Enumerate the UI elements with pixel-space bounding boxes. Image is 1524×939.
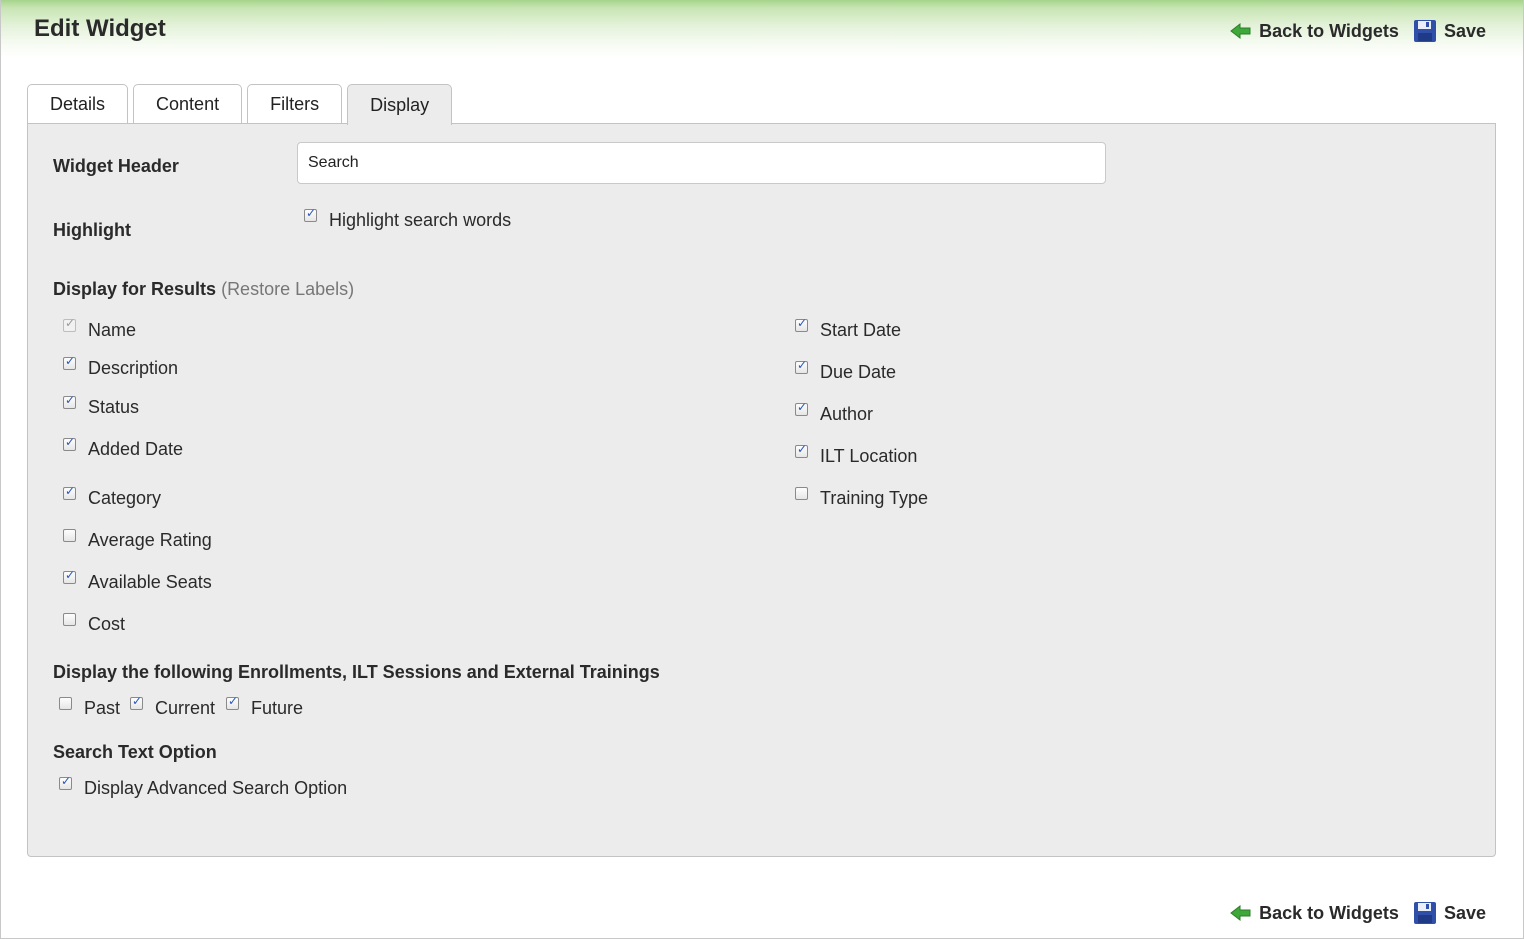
top-action-bar: Back to Widgets Save [1230,19,1486,43]
save-button[interactable]: Save [1413,19,1486,43]
ilt-location-checkbox[interactable] [795,442,808,458]
future-checkbox[interactable] [226,694,239,710]
result-option-category: Category [63,484,162,508]
back-arrow-icon [1230,904,1252,922]
available-seats-checkbox[interactable] [63,568,76,584]
status-checkbox[interactable] [63,393,76,409]
tab-details[interactable]: Details [27,84,129,124]
display-panel: Widget Header Highlight Highlight search… [27,123,1496,857]
advanced-search-checkbox[interactable] [59,774,72,790]
current-label: Current [155,698,216,718]
display-results-title: Display for Results [53,279,217,299]
search-text-heading: Search Text Option [53,742,217,762]
result-option-added-date: Added Date [63,435,184,459]
back-arrow-icon [1230,22,1252,40]
highlight-checkbox[interactable] [304,206,317,222]
past-label: Past [84,698,121,718]
back-to-widgets-button-bottom[interactable]: Back to Widgets [1230,903,1399,924]
save-button-bottom[interactable]: Save [1413,901,1486,925]
result-option-start-date: Start Date [795,316,902,340]
name-label: Name [88,320,137,340]
average-rating-label: Average Rating [88,530,212,550]
bottom-action-bar: Back to Widgets Save [1230,901,1486,925]
status-label: Status [88,397,140,417]
result-option-ilt-location: ILT Location [795,442,918,466]
result-option-training-type: Training Type [795,487,929,508]
average-rating-checkbox[interactable] [63,529,76,542]
added-date-checkbox[interactable] [63,435,76,451]
current-checkbox[interactable] [130,694,143,710]
tab-display[interactable]: Display [347,84,453,125]
enrollment-option-current: Current [130,694,216,718]
result-option-available-seats: Available Seats [63,568,212,592]
widget-header-input[interactable] [297,142,1106,184]
display-results-heading: Display for Results (Restore Labels) [53,279,354,300]
highlight-label: Highlight [53,220,131,240]
past-checkbox[interactable] [59,697,72,710]
restore-labels-link[interactable]: Restore Labels [227,279,348,299]
save-label: Save [1443,902,1486,923]
future-label: Future [251,698,304,718]
save-icon [1413,901,1437,925]
result-option-description: Description [63,354,179,378]
result-option-average-rating: Average Rating [63,529,212,550]
start-date-checkbox[interactable] [795,316,808,332]
start-date-label: Start Date [820,320,902,340]
enrollments-heading: Display the following Enrollments, ILT S… [53,662,660,682]
tab-content[interactable]: Content [133,84,243,124]
category-checkbox[interactable] [63,484,76,500]
available-seats-label: Available Seats [88,572,212,592]
training-type-label: Training Type [820,488,929,508]
due-date-checkbox[interactable] [795,358,808,374]
ilt-location-label: ILT Location [820,446,918,466]
back-to-widgets-label: Back to Widgets [1259,20,1399,41]
cost-checkbox[interactable] [63,613,76,626]
result-option-status: Status [63,393,140,417]
enrollment-option-future: Future [226,694,304,718]
result-option-author: Author [795,400,874,424]
enrollment-option-past: Past [59,697,121,718]
result-option-name: Name [63,316,137,340]
training-type-checkbox[interactable] [795,487,808,500]
description-label: Description [88,358,179,378]
save-icon [1413,19,1437,43]
highlight-option-label: Highlight search words [329,210,512,230]
cost-label: Cost [88,614,126,634]
tab-filters[interactable]: Filters [247,84,343,124]
description-checkbox[interactable] [63,354,76,370]
back-to-widgets-label: Back to Widgets [1259,902,1399,923]
tab-bar: Details Content Filters Display [27,84,453,125]
save-label: Save [1443,20,1486,41]
result-option-cost: Cost [63,613,126,634]
due-date-label: Due Date [820,362,897,382]
category-label: Category [88,488,162,508]
result-option-due-date: Due Date [795,358,897,382]
name-checkbox [63,316,76,332]
advanced-search-label: Display Advanced Search Option [84,778,348,798]
added-date-label: Added Date [88,439,184,459]
restore-labels-group: (Restore Labels) [221,279,355,299]
highlight-option: Highlight search words [304,206,512,230]
back-to-widgets-button[interactable]: Back to Widgets [1230,21,1399,42]
author-label: Author [820,404,874,424]
page-title: Edit Widget [34,15,166,42]
author-checkbox[interactable] [795,400,808,416]
advanced-search-option: Display Advanced Search Option [59,774,348,798]
widget-header-label: Widget Header [53,156,179,176]
